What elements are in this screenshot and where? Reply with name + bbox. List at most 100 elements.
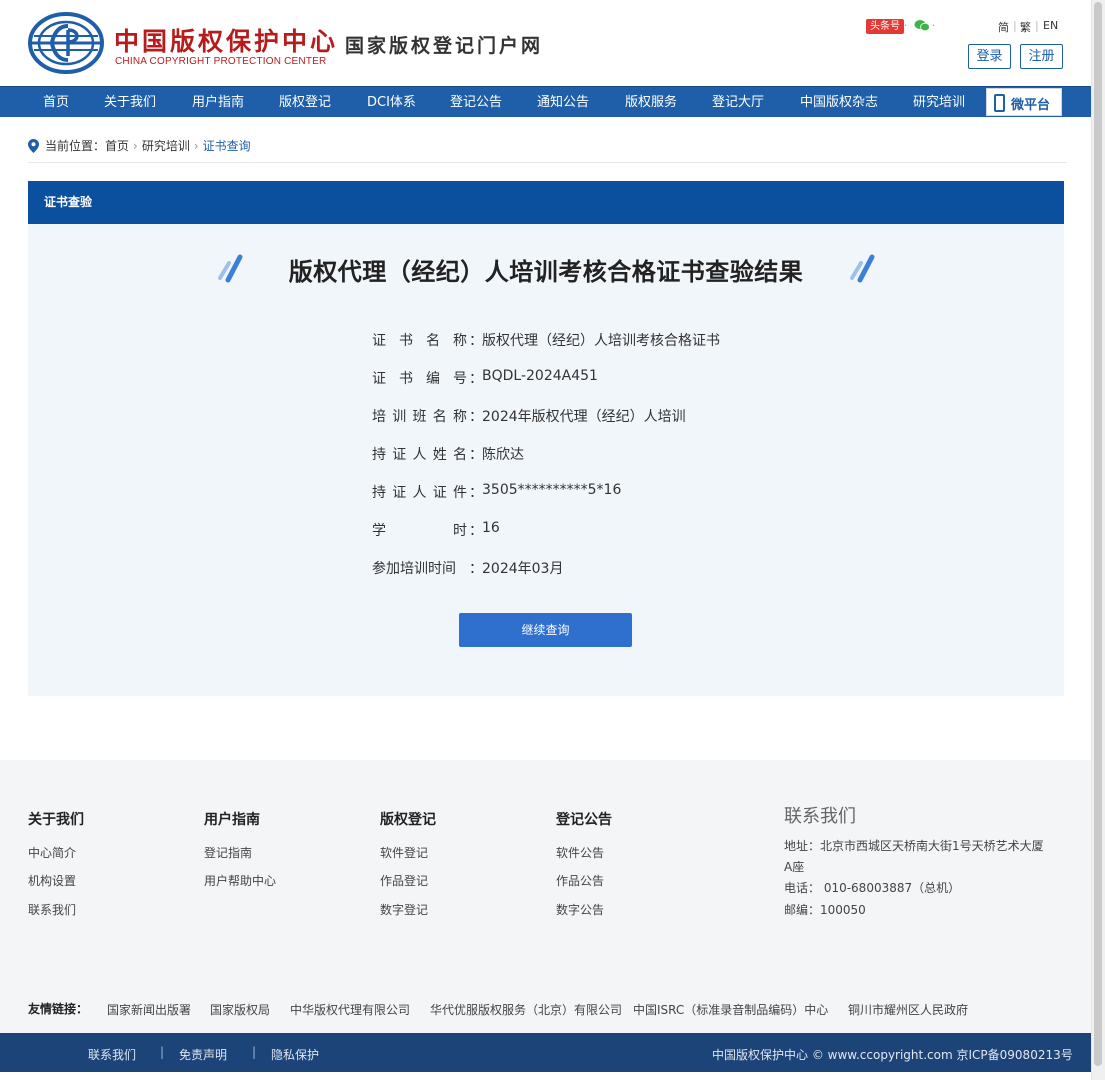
detail-label-char: 证 [432,485,447,501]
friend-link[interactable]: 中国ISRC（标准录音制品编码）中心 [633,1001,828,1018]
result-title: 版权代理（经纪）人培训考核合格证书查验结果 [288,258,804,286]
bottom-separator: | [252,1045,257,1059]
footer-link[interactable]: 软件登记 [380,844,428,861]
detail-colon: ： [469,485,483,501]
main-nav: 首页 关于我们 用户指南 版权登记 DCI体系 登记公告 通知公告 版权服务 登… [0,86,1091,117]
footer-link[interactable]: 作品登记 [380,872,428,889]
friend-link[interactable]: 国家版权局 [210,1001,270,1018]
footer-link[interactable]: 数字公告 [556,901,604,918]
nav-item-home[interactable]: 首页 [43,87,69,118]
detail-value: 3505**********5*16 [482,482,622,498]
scrollbar-thumb[interactable] [1094,2,1102,1066]
friend-link[interactable]: 国家新闻出版署 [107,1001,191,1018]
detail-label-char: 证 [372,371,386,387]
footer-link[interactable]: 用户帮助中心 [204,872,276,889]
register-button[interactable]: 注册 [1020,44,1063,69]
breadcrumb-home[interactable]: 首页 [105,137,129,154]
detail-label-char: 培 [372,409,386,425]
nav-item-notices[interactable]: 通知公告 [537,87,589,118]
footer-column-title: 用户指南 [204,812,260,828]
chevron-right-icon: › [133,138,138,153]
friend-links-label: 友情链接： [28,1002,89,1016]
bottom-link-privacy[interactable]: 隐私保护 [271,1046,319,1063]
detail-label-char: 证 [392,447,407,463]
detail-label-char: 持 [372,485,386,501]
dropdown-dot-icon: · [904,21,908,32]
nav-item-dci[interactable]: DCI体系 [367,87,416,118]
detail-value: 版权代理（经纪）人培训考核合格证书 [482,333,720,349]
contact-address: 地址：北京市西城区天桥南大街1号天桥艺术大厦A座 [784,839,1044,874]
detail-row: 学时： 16 [372,520,872,540]
panel-header: 证书查验 [28,181,1064,224]
nav-item-hall[interactable]: 登记大厅 [712,87,764,118]
friend-link[interactable]: 中华版权代理有限公司 [290,1001,410,1018]
detail-value: BQDL-2024A451 [482,368,598,384]
breadcrumb-section[interactable]: 研究培训 [142,137,190,154]
detail-colon: ： [469,447,483,463]
nav-item-magazine[interactable]: 中国版权杂志 [800,87,878,118]
detail-label-char: 证 [392,485,407,501]
friend-link[interactable]: 铜川市耀州区人民政府 [848,1001,968,1018]
breadcrumb-divider [28,162,1067,163]
detail-label-char: 班 [412,409,427,425]
logo-chinese-text: 中国版权保护中心 [114,27,339,56]
micro-platform-button[interactable]: 微平台 [986,88,1062,116]
bottom-separator: | [160,1045,165,1059]
micro-platform-label: 微平台 [1011,98,1051,113]
breadcrumb-current: 证书查询 [202,139,251,153]
detail-label-char: 持 [372,447,386,463]
lang-divider: | [1013,19,1017,32]
detail-label-char: 书 [399,333,413,349]
portal-title: 国家版权登记门户网 [345,35,544,57]
detail-label-char: 编 [426,371,440,387]
nav-item-research[interactable]: 研究培训 [913,87,965,118]
detail-label-char: 件 [453,485,467,501]
footer-link[interactable]: 中心简介 [28,844,76,861]
detail-label-char: 号 [453,371,467,387]
contact-postcode: 邮编：100050 [784,903,866,917]
detail-value: 2024年版权代理（经纪）人培训 [482,409,686,425]
footer-link[interactable]: 数字登记 [380,901,428,918]
footer-link[interactable]: 机构设置 [28,872,76,889]
copyright-text: 中国版权保护中心 © www.ccopyright.com 京ICP备09080… [712,1048,1073,1062]
wechat-icon[interactable] [914,19,930,32]
footer-link[interactable]: 联系我们 [28,901,76,918]
detail-label: 学时 [372,520,467,540]
friend-link[interactable]: 华代优服版权服务（北京）有限公司 [430,1001,622,1018]
footer-link[interactable]: 软件公告 [556,844,604,861]
detail-row: 参加培训时间 ： 2024年03月 [372,558,872,578]
login-button[interactable]: 登录 [968,44,1011,69]
detail-row: 持证人证件： 3505**********5*16 [372,482,872,502]
lang-divider: | [1035,19,1039,32]
footer-link[interactable]: 作品公告 [556,872,604,889]
nav-item-registration[interactable]: 版权登记 [279,87,331,118]
footer-link[interactable]: 登记指南 [204,844,252,861]
detail-label-char: 称 [453,409,467,425]
bottom-link-contact[interactable]: 联系我们 [88,1046,136,1063]
detail-row: 培训班名称： 2024年版权代理（经纪）人培训 [372,406,872,426]
continue-query-button[interactable]: 继续查询 [459,613,632,647]
nav-item-services[interactable]: 版权服务 [625,87,677,118]
detail-label: 证书编号 [372,368,467,388]
nav-item-about[interactable]: 关于我们 [104,87,156,118]
lang-simplified[interactable]: 简 [998,19,1009,35]
nav-item-guide[interactable]: 用户指南 [192,87,244,118]
phone-icon [994,94,1005,112]
dropdown-dot-icon: · [932,21,936,32]
lang-traditional[interactable]: 繁 [1020,19,1031,35]
detail-label-char: 名 [426,333,440,349]
nav-item-announcements[interactable]: 登记公告 [450,87,502,118]
detail-label-char: 时 [453,523,467,539]
bottom-link-disclaimer[interactable]: 免责声明 [179,1046,227,1063]
detail-label-char: 书 [399,371,413,387]
site-header: 中国版权保护中心 CHINA COPYRIGHT PROTECTION CENT… [0,0,1105,86]
lang-english[interactable]: EN [1043,19,1058,32]
detail-value: 2024年03月 [482,561,564,577]
detail-label-char: 称 [453,333,467,349]
ccpc-logo-icon[interactable] [28,12,104,74]
contact-title: 联系我们 [784,806,856,827]
detail-row: 证书编号： BQDL-2024A451 [372,368,872,388]
footer-column-title: 登记公告 [556,812,612,828]
toutiao-link[interactable]: 头条号 [866,19,904,34]
detail-label-char: 证 [372,333,386,349]
